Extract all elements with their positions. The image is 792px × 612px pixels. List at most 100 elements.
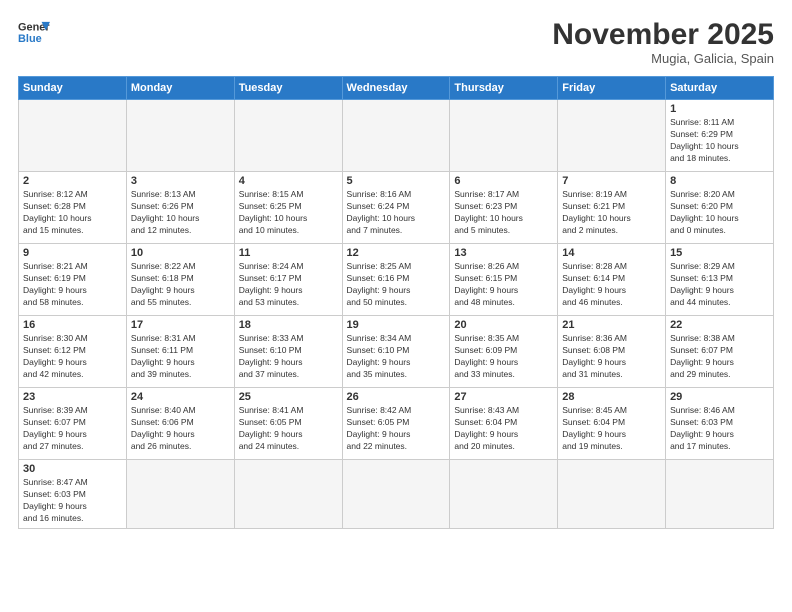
table-row: 26 Sunrise: 8:42 AM Sunset: 6:05 PM Dayli… — [342, 388, 450, 460]
day-number: 9 — [23, 247, 122, 259]
day-info: Sunrise: 8:43 AM Sunset: 6:04 PM Dayligh… — [454, 405, 553, 453]
day-number: 30 — [23, 463, 122, 475]
day-info: Sunrise: 8:41 AM Sunset: 6:05 PM Dayligh… — [239, 405, 338, 453]
table-row: 12Sunrise: 8:25 AM Sunset: 6:16 PM Dayli… — [342, 244, 450, 316]
col-saturday: Saturday — [666, 77, 774, 100]
table-row — [450, 460, 558, 529]
day-info: Sunrise: 8:22 AM Sunset: 6:18 PM Dayligh… — [131, 261, 230, 309]
table-row: 25 Sunrise: 8:41 AM Sunset: 6:05 PM Dayli… — [234, 388, 342, 460]
table-row: 18 Sunrise: 8:33 AM Sunset: 6:10 PM Dayli… — [234, 316, 342, 388]
day-number: 4 — [239, 175, 338, 187]
day-number: 7 — [562, 175, 661, 187]
day-info: Sunrise: 8:42 AM Sunset: 6:05 PM Dayligh… — [347, 405, 446, 453]
table-row: 4Sunrise: 8:15 AM Sunset: 6:25 PM Daylig… — [234, 172, 342, 244]
day-number: 5 — [347, 175, 446, 187]
calendar-week-row: 23 Sunrise: 8:39 AM Sunset: 6:07 PM Dayli… — [19, 388, 774, 460]
table-row: 15 Sunrise: 8:29 AM Sunset: 6:13 PM Dayli… — [666, 244, 774, 316]
table-row — [450, 100, 558, 172]
day-number: 21 — [562, 319, 661, 331]
day-info: Sunrise: 8:39 AM Sunset: 6:07 PM Dayligh… — [23, 405, 122, 453]
table-row: 20 Sunrise: 8:35 AM Sunset: 6:09 PM Dayli… — [450, 316, 558, 388]
month-title: November 2025 — [552, 18, 774, 51]
day-number: 6 — [454, 175, 553, 187]
table-row — [342, 460, 450, 529]
day-info: Sunrise: 8:21 AM Sunset: 6:19 PM Dayligh… — [23, 261, 122, 309]
table-row: 29Sunrise: 8:46 AM Sunset: 6:03 PM Dayli… — [666, 388, 774, 460]
day-number: 19 — [347, 319, 446, 331]
col-wednesday: Wednesday — [342, 77, 450, 100]
day-number: 2 — [23, 175, 122, 187]
table-row: 2Sunrise: 8:12 AM Sunset: 6:28 PM Daylig… — [19, 172, 127, 244]
svg-text:Blue: Blue — [18, 33, 42, 45]
day-info: Sunrise: 8:26 AM Sunset: 6:15 PM Dayligh… — [454, 261, 553, 309]
day-number: 3 — [131, 175, 230, 187]
table-row: 16Sunrise: 8:30 AM Sunset: 6:12 PM Dayli… — [19, 316, 127, 388]
table-row: 6 Sunrise: 8:17 AM Sunset: 6:23 PM Daylig… — [450, 172, 558, 244]
day-info: Sunrise: 8:17 AM Sunset: 6:23 PM Dayligh… — [454, 189, 553, 237]
calendar-week-row: 1Sunrise: 8:11 AM Sunset: 6:29 PM Daylig… — [19, 100, 774, 172]
day-info: Sunrise: 8:16 AM Sunset: 6:24 PM Dayligh… — [347, 189, 446, 237]
col-monday: Monday — [126, 77, 234, 100]
location-subtitle: Mugia, Galicia, Spain — [552, 51, 774, 66]
day-info: Sunrise: 8:11 AM Sunset: 6:29 PM Dayligh… — [670, 117, 769, 165]
day-info: Sunrise: 8:34 AM Sunset: 6:10 PM Dayligh… — [347, 333, 446, 381]
day-number: 24 — [131, 391, 230, 403]
day-info: Sunrise: 8:35 AM Sunset: 6:09 PM Dayligh… — [454, 333, 553, 381]
day-info: Sunrise: 8:45 AM Sunset: 6:04 PM Dayligh… — [562, 405, 661, 453]
table-row — [666, 460, 774, 529]
day-info: Sunrise: 8:20 AM Sunset: 6:20 PM Dayligh… — [670, 189, 769, 237]
day-number: 8 — [670, 175, 769, 187]
day-info: Sunrise: 8:38 AM Sunset: 6:07 PM Dayligh… — [670, 333, 769, 381]
table-row: 5 Sunrise: 8:16 AM Sunset: 6:24 PM Daylig… — [342, 172, 450, 244]
table-row — [342, 100, 450, 172]
generalblue-logo-icon: General Blue — [18, 18, 50, 46]
day-number: 26 — [347, 391, 446, 403]
calendar-week-row: 30Sunrise: 8:47 AM Sunset: 6:03 PM Dayli… — [19, 460, 774, 529]
day-number: 23 — [23, 391, 122, 403]
day-number: 18 — [239, 319, 338, 331]
table-row: 1Sunrise: 8:11 AM Sunset: 6:29 PM Daylig… — [666, 100, 774, 172]
table-row — [558, 460, 666, 529]
table-row: 3Sunrise: 8:13 AM Sunset: 6:26 PM Daylig… — [126, 172, 234, 244]
table-row — [558, 100, 666, 172]
calendar-table: Sunday Monday Tuesday Wednesday Thursday… — [18, 76, 774, 529]
table-row: 10Sunrise: 8:22 AM Sunset: 6:18 PM Dayli… — [126, 244, 234, 316]
day-number: 25 — [239, 391, 338, 403]
day-number: 11 — [239, 247, 338, 259]
day-number: 15 — [670, 247, 769, 259]
table-row: 17Sunrise: 8:31 AM Sunset: 6:11 PM Dayli… — [126, 316, 234, 388]
table-row — [126, 100, 234, 172]
col-tuesday: Tuesday — [234, 77, 342, 100]
table-row: 11 Sunrise: 8:24 AM Sunset: 6:17 PM Dayli… — [234, 244, 342, 316]
table-row: 27 Sunrise: 8:43 AM Sunset: 6:04 PM Dayli… — [450, 388, 558, 460]
calendar-week-row: 9 Sunrise: 8:21 AM Sunset: 6:19 PM Daylig… — [19, 244, 774, 316]
day-number: 14 — [562, 247, 661, 259]
table-row: 21Sunrise: 8:36 AM Sunset: 6:08 PM Dayli… — [558, 316, 666, 388]
day-number: 20 — [454, 319, 553, 331]
col-thursday: Thursday — [450, 77, 558, 100]
day-info: Sunrise: 8:25 AM Sunset: 6:16 PM Dayligh… — [347, 261, 446, 309]
table-row: 30Sunrise: 8:47 AM Sunset: 6:03 PM Dayli… — [19, 460, 127, 529]
table-row — [234, 460, 342, 529]
calendar-header-row: Sunday Monday Tuesday Wednesday Thursday… — [19, 77, 774, 100]
header: General Blue November 2025 Mugia, Galici… — [18, 18, 774, 66]
calendar-week-row: 16Sunrise: 8:30 AM Sunset: 6:12 PM Dayli… — [19, 316, 774, 388]
day-info: Sunrise: 8:19 AM Sunset: 6:21 PM Dayligh… — [562, 189, 661, 237]
day-info: Sunrise: 8:24 AM Sunset: 6:17 PM Dayligh… — [239, 261, 338, 309]
table-row: 7 Sunrise: 8:19 AM Sunset: 6:21 PM Daylig… — [558, 172, 666, 244]
table-row: 14Sunrise: 8:28 AM Sunset: 6:14 PM Dayli… — [558, 244, 666, 316]
day-number: 16 — [23, 319, 122, 331]
table-row: 23 Sunrise: 8:39 AM Sunset: 6:07 PM Dayli… — [19, 388, 127, 460]
day-number: 29 — [670, 391, 769, 403]
table-row: 22Sunrise: 8:38 AM Sunset: 6:07 PM Dayli… — [666, 316, 774, 388]
day-info: Sunrise: 8:29 AM Sunset: 6:13 PM Dayligh… — [670, 261, 769, 309]
calendar-week-row: 2Sunrise: 8:12 AM Sunset: 6:28 PM Daylig… — [19, 172, 774, 244]
table-row: 8 Sunrise: 8:20 AM Sunset: 6:20 PM Daylig… — [666, 172, 774, 244]
day-info: Sunrise: 8:31 AM Sunset: 6:11 PM Dayligh… — [131, 333, 230, 381]
title-block: November 2025 Mugia, Galicia, Spain — [552, 18, 774, 66]
day-info: Sunrise: 8:33 AM Sunset: 6:10 PM Dayligh… — [239, 333, 338, 381]
col-friday: Friday — [558, 77, 666, 100]
day-number: 13 — [454, 247, 553, 259]
day-number: 27 — [454, 391, 553, 403]
logo: General Blue — [18, 18, 50, 46]
